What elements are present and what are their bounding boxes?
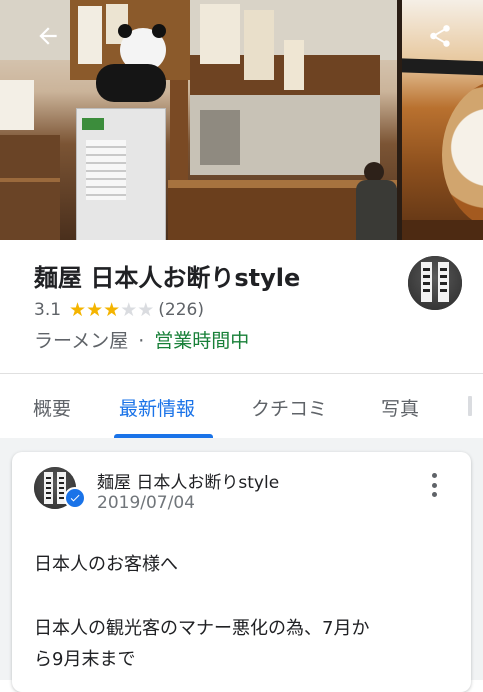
more-vert-dot (431, 473, 437, 478)
photo-carousel[interactable] (0, 0, 483, 240)
tab-reviews[interactable]: クチコミ (251, 394, 327, 421)
rating-row[interactable]: 3.1 ★ ★ ★ ★ ★ (226) (34, 300, 204, 320)
place-thumbnail[interactable] (408, 256, 462, 310)
back-button[interactable] (30, 18, 66, 54)
tab-overflow-edge[interactable] (468, 396, 472, 416)
tab-photos[interactable]: 写真 (381, 394, 419, 421)
post-text-line: 日本人の観光客のマナー悪化の為、7月か (34, 618, 370, 639)
star-empty-icon: ★ (137, 298, 155, 321)
place-title: 麺屋 日本人お断りstyle (34, 264, 301, 292)
arrow-back-icon (39, 27, 57, 45)
star-filled-icon: ★ (69, 298, 87, 321)
place-category: ラーメン屋 (34, 330, 129, 352)
more-options-button[interactable] (422, 470, 446, 500)
more-vert-dot (431, 492, 437, 497)
rating-value: 3.1 (34, 300, 62, 320)
star-filled-icon: ★ (86, 298, 104, 321)
star-empty-icon: ★ (120, 298, 138, 321)
reviews-count: (226) (158, 300, 204, 320)
tab-bar: 概要 最新情報 クチコミ 写真 (0, 374, 483, 438)
post-text-line: ら9月末まで (34, 649, 136, 670)
tab-overview[interactable]: 概要 (33, 394, 71, 421)
share-button[interactable] (422, 18, 458, 54)
category-row: ラーメン屋 · 営業時間中 (34, 326, 249, 353)
star-filled-icon: ★ (103, 298, 121, 321)
verified-badge-icon (64, 487, 86, 509)
rating-stars: ★ ★ ★ ★ ★ (69, 298, 155, 321)
update-post-card[interactable]: 麺屋 日本人お断りstyle 2019/07/04 日本人のお客様へ 日本人の観… (12, 452, 471, 692)
share-icon (430, 25, 450, 47)
tab-updates[interactable]: 最新情報 (119, 394, 195, 421)
post-date: 2019/07/04 (97, 493, 195, 513)
more-vert-dot (431, 482, 437, 488)
separator-dot: · (138, 330, 145, 352)
post-author[interactable]: 麺屋 日本人お断りstyle (97, 468, 279, 493)
open-status: 営業時間中 (154, 330, 250, 352)
post-text-line: 日本人のお客様へ (34, 554, 178, 575)
